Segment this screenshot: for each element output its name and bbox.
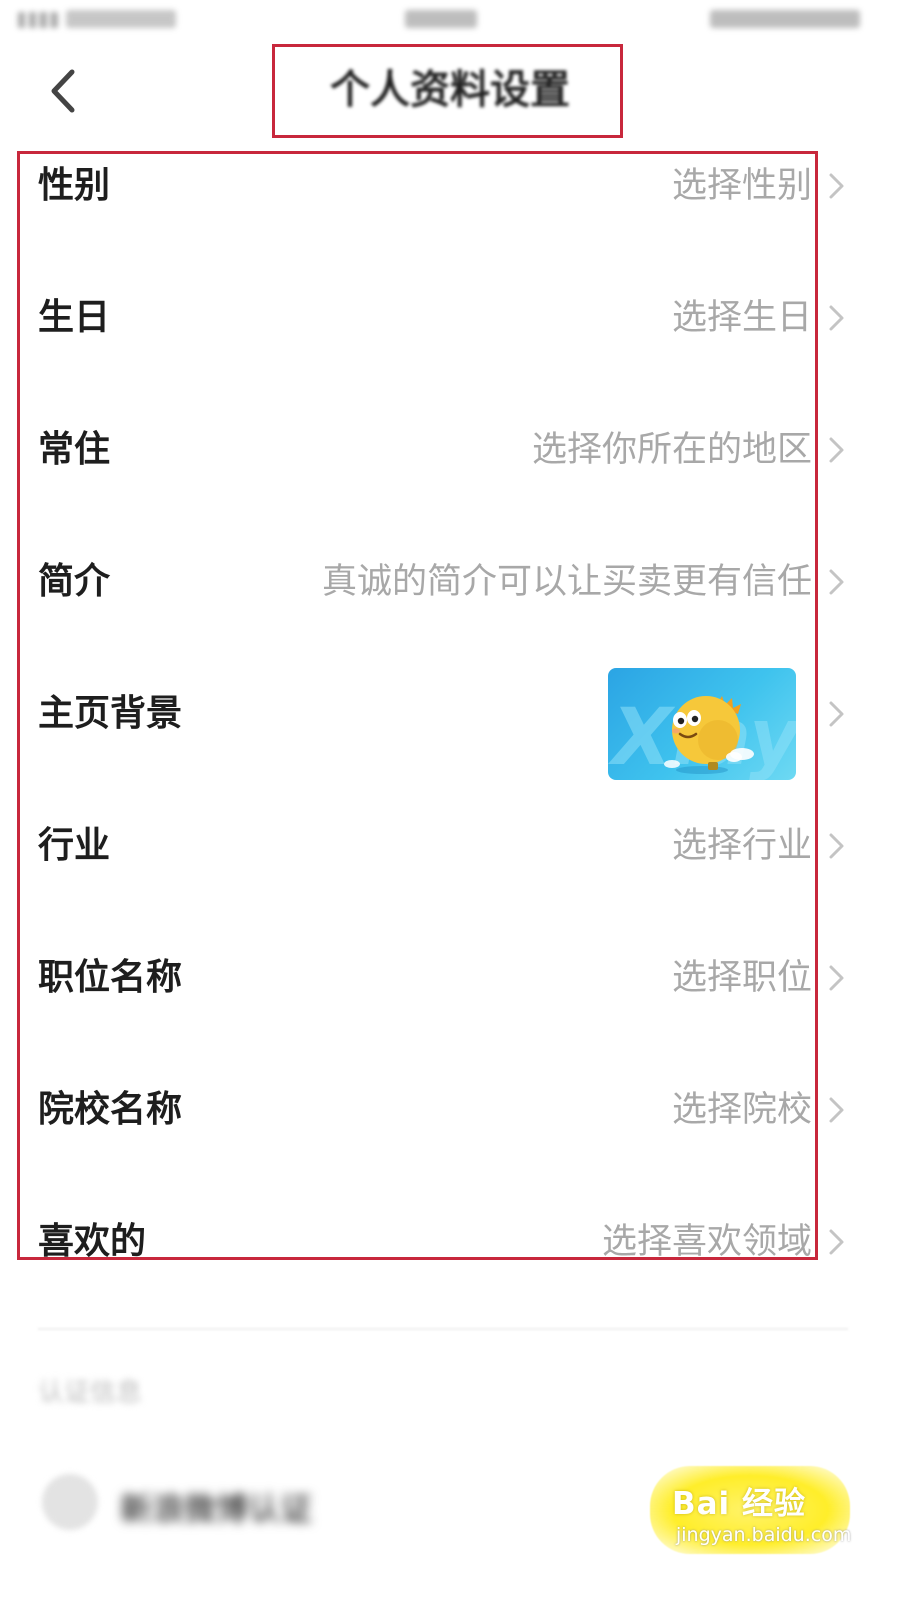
row-value: 选择性别: [671, 166, 812, 206]
chevron-right-icon: [826, 1228, 848, 1256]
signal-icon: [18, 12, 58, 28]
row-label: 行业: [38, 825, 111, 866]
chevron-right-icon: [826, 304, 848, 332]
section-title: 认证信息: [38, 1378, 143, 1408]
chevron-right-icon: [826, 832, 848, 860]
chevron-right-icon: [826, 568, 848, 596]
row-label: 性别: [38, 165, 111, 206]
row-school[interactable]: 院校名称 选择院校: [0, 1044, 900, 1176]
row-value: 选择生日: [671, 298, 812, 338]
row-label: 常住: [38, 429, 111, 470]
row-birthday[interactable]: 生日 选择生日: [0, 252, 900, 384]
chevron-right-icon: [826, 172, 848, 200]
row-bio[interactable]: 简介 真诚的简介可以让买卖更有信任: [0, 516, 900, 648]
row-value: 选择院校: [671, 1090, 812, 1130]
avatar: [42, 1474, 98, 1530]
chevron-right-icon: [826, 436, 848, 464]
back-button[interactable]: [40, 66, 90, 116]
row-value: 选择职位: [671, 958, 812, 998]
row-label: 院校名称: [38, 1089, 183, 1130]
row-label: 喜欢的: [38, 1221, 147, 1262]
battery-icon: [710, 10, 860, 28]
cert-name[interactable]: 新浪微博认证: [120, 1484, 312, 1530]
row-industry[interactable]: 行业 选择行业: [0, 780, 900, 912]
row-residence[interactable]: 常住 选择你所在的地区: [0, 384, 900, 516]
chevron-left-icon: [51, 69, 75, 113]
status-time: [405, 10, 477, 28]
row-value: 选择行业: [671, 826, 812, 866]
mascot-thumbnail: Xiay: [608, 668, 796, 780]
watermark-brand: Bai 经验: [672, 1486, 806, 1522]
row-homepage-background[interactable]: 主页背景 Xiay: [0, 648, 900, 780]
row-value: 选择喜欢领域: [601, 1222, 812, 1262]
row-label: 生日: [38, 297, 111, 338]
row-value: 选择你所在的地区: [531, 430, 812, 470]
chevron-right-icon: [826, 700, 848, 728]
row-gender[interactable]: 性别 选择性别: [0, 120, 900, 252]
chevron-right-icon: [826, 964, 848, 992]
section-divider: [38, 1328, 848, 1330]
watermark-url: jingyan.baidu.com: [676, 1524, 852, 1546]
row-job-title[interactable]: 职位名称 选择职位: [0, 912, 900, 1044]
row-interests[interactable]: 喜欢的 选择喜欢领域: [0, 1176, 900, 1308]
carrier-text: [66, 10, 176, 28]
settings-list: 性别 选择性别 生日 选择生日 常住 选择你所在的地区 简介 真诚的简介可以让买…: [0, 120, 900, 1308]
row-label: 职位名称: [38, 957, 183, 998]
row-value: 真诚的简介可以让买卖更有信任: [321, 562, 812, 602]
status-bar: [0, 0, 900, 44]
chevron-right-icon: [826, 1096, 848, 1124]
row-label: 主页背景: [38, 693, 183, 734]
row-label: 简介: [38, 561, 111, 602]
